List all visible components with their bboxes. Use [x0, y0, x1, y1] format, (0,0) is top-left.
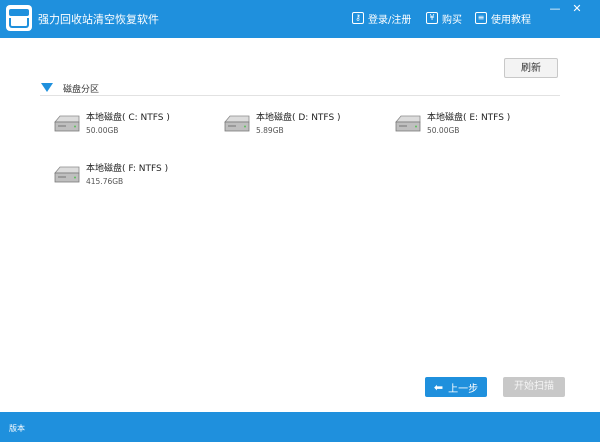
previous-step-label: 上一步: [448, 383, 479, 395]
disk-item-d[interactable]: 本地磁盘( D: NTFS ) 5.89GB: [222, 110, 372, 150]
tutorial-label: 使用教程: [491, 14, 531, 26]
disk-size: 50.00GB: [86, 126, 119, 135]
login-register-link[interactable]: ⚷ 登录/注册: [352, 10, 411, 26]
disk-drive-icon: [54, 166, 80, 183]
disk-item-c[interactable]: 本地磁盘( C: NTFS ) 50.00GB: [52, 110, 202, 150]
disk-item-e[interactable]: 本地磁盘( E: NTFS ) 50.00GB: [393, 110, 543, 150]
title-bar: 强力回收站清空恢复软件 ⚷ 登录/注册 ¥ 购买 ≡ 使用教程 — ✕: [0, 0, 600, 38]
refresh-button[interactable]: 刷新: [504, 58, 558, 78]
disk-size: 5.89GB: [256, 126, 284, 135]
section-divider: [40, 95, 560, 96]
yen-icon: ¥: [426, 12, 438, 24]
collapse-caret-icon[interactable]: [41, 83, 53, 92]
disk-drive-icon: [224, 115, 250, 132]
disk-drive-icon: [54, 115, 80, 132]
login-register-label: 登录/注册: [368, 14, 412, 26]
version-label: 版本: [9, 424, 25, 433]
app-logo-icon: [6, 5, 32, 31]
disk-name: 本地磁盘( E: NTFS ): [427, 113, 511, 123]
buy-label: 购买: [442, 14, 462, 26]
previous-step-button[interactable]: ⬅ 上一步: [425, 377, 487, 397]
start-scan-button[interactable]: 开始扫描: [503, 377, 565, 397]
app-title: 强力回收站清空恢复软件: [38, 13, 159, 26]
buy-link[interactable]: ¥ 购买: [426, 10, 462, 26]
back-arrow-icon: ⬅: [433, 380, 444, 394]
disk-item-f[interactable]: 本地磁盘( F: NTFS ) 415.76GB: [52, 161, 202, 201]
section-title: 磁盘分区: [63, 85, 100, 95]
footer-bar: 版本: [0, 412, 600, 442]
close-button[interactable]: ✕: [570, 3, 584, 15]
key-icon: ⚷: [352, 12, 364, 24]
disk-name: 本地磁盘( F: NTFS ): [86, 164, 169, 174]
disk-size: 50.00GB: [427, 126, 460, 135]
disk-name: 本地磁盘( C: NTFS ): [86, 113, 170, 123]
tutorial-link[interactable]: ≡ 使用教程: [475, 10, 531, 26]
disk-name: 本地磁盘( D: NTFS ): [256, 113, 341, 123]
disk-size: 415.76GB: [86, 177, 124, 186]
minimize-button[interactable]: —: [548, 3, 562, 15]
disk-drive-icon: [395, 115, 421, 132]
book-icon: ≡: [475, 12, 487, 24]
